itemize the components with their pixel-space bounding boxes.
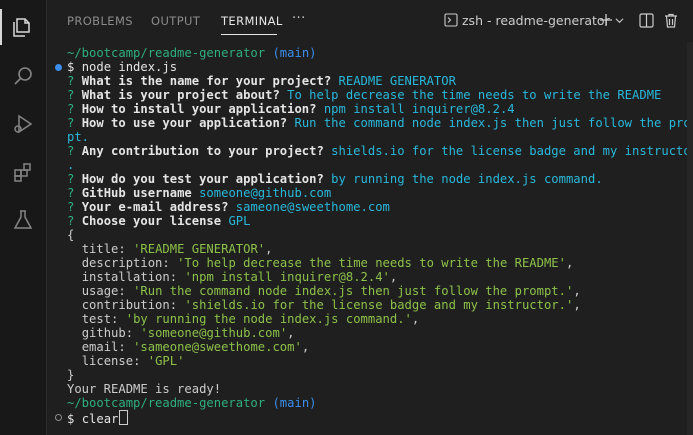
panel-header: PROBLEMS OUTPUT TERMINAL ··· zsh - readm… xyxy=(47,0,693,42)
object-field: email: 'sameone@sweethome.com', xyxy=(81,340,310,354)
current-input: clear xyxy=(81,412,119,426)
terminal-scrollbar[interactable] xyxy=(687,42,693,435)
current-command-line[interactable]: $ clear xyxy=(67,410,129,426)
object-field: contribution: 'shields.io for the licens… xyxy=(81,298,581,312)
command-pending-dot[interactable] xyxy=(55,414,62,421)
question-line: ? What is the name for your project? REA… xyxy=(67,74,456,88)
question-line: ? How do you test your application? by r… xyxy=(67,172,603,186)
tab-problems[interactable]: PROBLEMS xyxy=(67,14,133,28)
more-actions-icon[interactable]: ··· xyxy=(292,11,306,26)
question-line: ? Choose your license GPL xyxy=(67,214,251,228)
question-line: ? Any contribution to your project? shie… xyxy=(67,144,693,158)
terminal-name[interactable]: zsh - readme-generator xyxy=(462,13,610,28)
terminal-icon xyxy=(442,11,460,29)
command-success-dot[interactable] xyxy=(55,64,62,71)
question-line-wrap: . xyxy=(67,158,75,172)
question-line: ? What is your project about? To help de… xyxy=(67,88,662,102)
question-line: ? How to use your application? Run the c… xyxy=(67,116,693,130)
testing-flask-icon[interactable] xyxy=(9,206,37,234)
search-icon[interactable] xyxy=(9,62,37,90)
object-field: test: 'by running the node index.js comm… xyxy=(81,312,420,326)
question-line: ? How to install your application? npm i… xyxy=(67,102,515,116)
object-open: { xyxy=(67,228,75,242)
terminal-output[interactable]: ~/bootcamp/readme-generator (main) $ nod… xyxy=(47,42,693,435)
chevron-down-icon[interactable] xyxy=(613,11,625,29)
trash-icon[interactable] xyxy=(662,11,680,29)
question-line-wrap: pt. xyxy=(67,130,90,144)
tab-output[interactable]: OUTPUT xyxy=(151,14,200,28)
object-field: usage: 'Run the command node index.js th… xyxy=(81,284,581,298)
object-field: github: 'someone@github.com', xyxy=(81,326,295,340)
object-field: title: 'README GENERATOR', xyxy=(81,242,273,256)
object-field: description: 'To help decrease the time … xyxy=(81,256,574,270)
terminal-path-line: ~/bootcamp/readme-generator (main) xyxy=(67,46,317,60)
activity-bar xyxy=(0,0,47,435)
run-debug-icon[interactable] xyxy=(9,110,37,138)
question-line: ? GitHub username someone@github.com xyxy=(67,186,332,200)
object-close: } xyxy=(67,368,75,382)
tab-terminal[interactable]: TERMINAL xyxy=(221,14,283,28)
terminal-path-line: ~/bootcamp/readme-generator (main) xyxy=(67,396,317,410)
extensions-icon[interactable] xyxy=(9,158,37,186)
object-field: license: 'GPL' xyxy=(81,354,185,368)
ready-message: Your README is ready! xyxy=(67,382,222,396)
object-field: installation: 'npm install inquirer@8.2.… xyxy=(81,270,398,284)
command-line: $ node index.js xyxy=(67,60,178,74)
split-terminal-icon[interactable] xyxy=(637,11,655,29)
terminal-cursor xyxy=(119,410,129,425)
question-line: ? Your e-mail address? sameone@sweethome… xyxy=(67,200,390,214)
explorer-icon[interactable] xyxy=(0,9,37,45)
active-tab-indicator xyxy=(221,34,277,35)
